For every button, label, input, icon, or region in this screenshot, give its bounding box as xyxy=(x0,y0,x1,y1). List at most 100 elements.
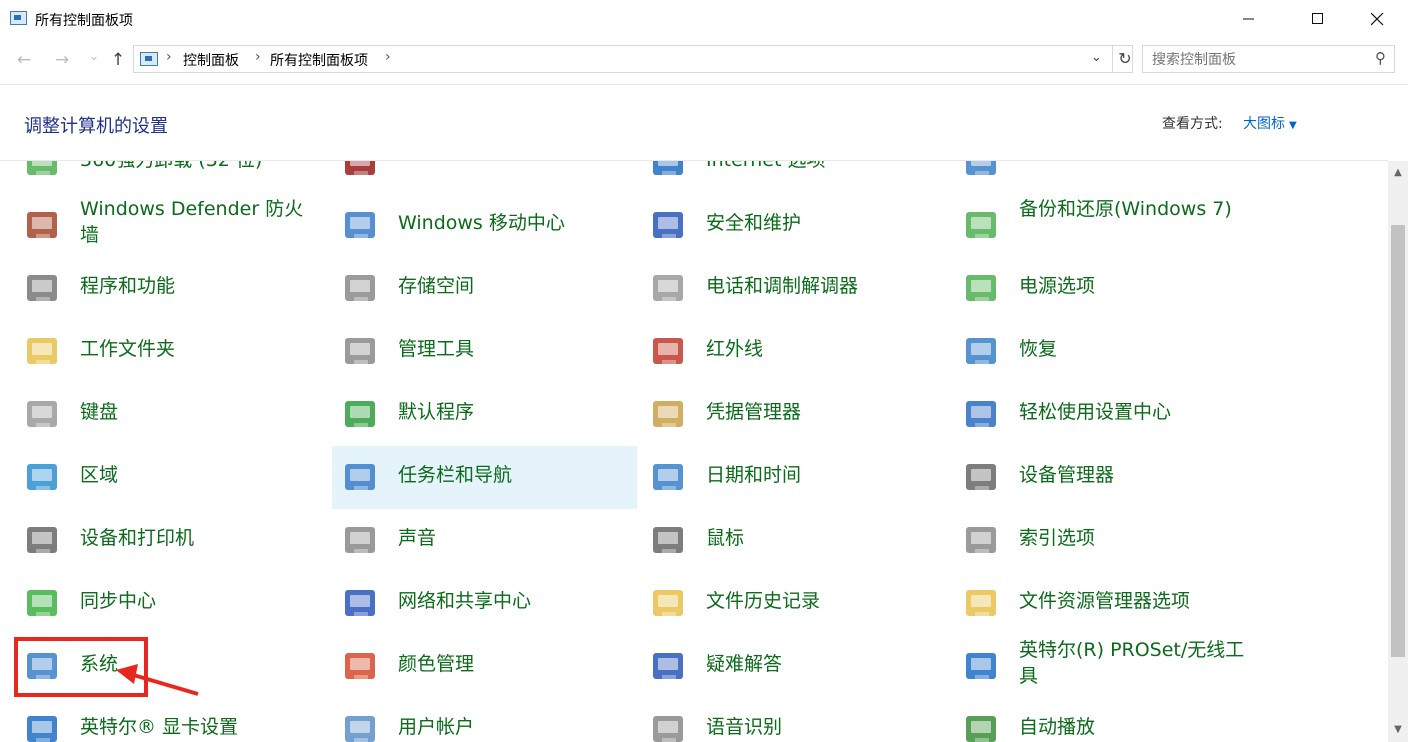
scroll-thumb[interactable] xyxy=(1391,225,1405,657)
search-box[interactable]: ⚲ xyxy=(1142,45,1395,74)
control-panel-item[interactable]: Flash Player (32 位) xyxy=(332,161,637,194)
control-panel-item[interactable]: 管理工具 xyxy=(332,320,637,383)
control-panel-item[interactable]: 索引选项 xyxy=(953,509,1258,572)
scroll-up-arrow-icon[interactable]: ▲ xyxy=(1388,163,1408,183)
control-panel-item[interactable]: 轻松使用设置中心 xyxy=(953,383,1258,446)
control-panel-item[interactable]: 安全和维护 xyxy=(640,194,945,257)
control-panel-item[interactable]: 声音 xyxy=(332,509,637,572)
sync-icon xyxy=(24,585,62,623)
control-panel-item-label: 管理工具 xyxy=(398,338,475,360)
control-panel-item[interactable]: 设备和打印机 xyxy=(14,509,319,572)
printer-icon xyxy=(24,522,62,560)
control-panel-item-label: 索引选项 xyxy=(1019,527,1096,549)
control-panel-item-label: 颜色管理 xyxy=(398,653,475,675)
control-panel-item[interactable]: Windows 移动中心 xyxy=(332,194,637,257)
breadcrumb-separator-icon: › xyxy=(166,49,172,65)
caret-down-icon: ▼ xyxy=(1289,120,1297,131)
control-panel-icon xyxy=(140,52,158,66)
network-icon xyxy=(342,585,380,623)
control-panel-item[interactable]: 恢复 xyxy=(953,320,1258,383)
control-panel-item[interactable]: 键盘 xyxy=(14,383,319,446)
address-dropdown-icon[interactable]: ⌄ xyxy=(1091,50,1102,65)
control-panel-item[interactable]: 网络和共享中心 xyxy=(332,572,637,635)
user-accounts-icon xyxy=(342,711,380,742)
up-button[interactable]: ↑ xyxy=(108,50,128,70)
search-icon[interactable]: ⚲ xyxy=(1375,49,1386,67)
vertical-scrollbar[interactable]: ▲ ▼ xyxy=(1388,161,1408,742)
view-by-value: 大图标 xyxy=(1243,116,1285,132)
infrared-icon xyxy=(650,333,688,371)
back-button[interactable]: ← xyxy=(14,50,34,70)
control-panel-item[interactable]: 用户帐户 xyxy=(332,698,637,742)
control-panel-item-label: 默认程序 xyxy=(398,401,475,423)
back-arrow-icon: ← xyxy=(16,50,32,70)
view-by-dropdown[interactable]: 大图标 ▼ xyxy=(1243,113,1297,133)
autoplay-icon xyxy=(963,711,1001,742)
control-panel-item[interactable]: 默认程序 xyxy=(332,383,637,446)
storage-icon xyxy=(342,270,380,308)
control-panel-item[interactable]: 设备管理器 xyxy=(953,446,1258,509)
flash-icon xyxy=(342,161,380,182)
control-panel-item[interactable]: 同步中心 xyxy=(14,572,319,635)
control-panel-item-label: 文件历史记录 xyxy=(706,590,821,612)
control-panel-item[interactable]: RemoteApp 和桌面连接 xyxy=(953,161,1258,194)
control-panel-item[interactable]: 电源选项 xyxy=(953,257,1258,320)
breadcrumb-all-items[interactable]: 所有控制面板项 xyxy=(270,50,368,70)
default-programs-icon xyxy=(342,396,380,434)
control-panel-item-label: 电源选项 xyxy=(1019,275,1096,297)
control-panel-item[interactable]: 电话和调制解调器 xyxy=(640,257,945,320)
control-panel-item[interactable]: 程序和功能 xyxy=(14,257,319,320)
control-panel-item-label: 网络和共享中心 xyxy=(398,590,532,612)
control-panel-item[interactable]: 区域 xyxy=(14,446,319,509)
control-panel-item-label: 同步中心 xyxy=(80,590,157,612)
control-panel-item[interactable]: 工作文件夹 xyxy=(14,320,319,383)
control-panel-item[interactable]: 自动播放 xyxy=(953,698,1258,742)
control-panel-item[interactable]: 存储空间 xyxy=(332,257,637,320)
control-panel-item[interactable]: 鼠标 xyxy=(640,509,945,572)
troubleshoot-icon xyxy=(650,648,688,686)
control-panel-item[interactable]: 红外线 xyxy=(640,320,945,383)
color-management-icon xyxy=(342,648,380,686)
search-input[interactable] xyxy=(1143,46,1364,74)
control-panel-item-label: 英特尔(R) PROSet/无线工具 xyxy=(1019,639,1245,687)
control-panel-item[interactable]: 英特尔(R) PROSet/无线工具 xyxy=(953,635,1258,698)
address-bar[interactable]: › 控制面板 › 所有控制面板项 › ⌄ ↻ xyxy=(133,45,1133,73)
control-panel-item-label: 安全和维护 xyxy=(706,212,802,234)
control-panel-item[interactable]: 英特尔® 显卡设置 xyxy=(14,698,319,742)
internet-options-icon xyxy=(650,161,688,182)
control-panel-item-label: Windows Defender 防火墙 xyxy=(80,198,304,246)
control-panel-item-label: 用户帐户 xyxy=(398,716,475,738)
control-panel-item[interactable]: 360强力卸载 (32 位) xyxy=(14,161,319,194)
forward-button[interactable]: → xyxy=(52,50,72,70)
control-panel-item[interactable]: 备份和还原(Windows 7) xyxy=(953,194,1258,257)
control-panel-item-label: 电话和调制解调器 xyxy=(706,275,859,297)
annotation-arrow xyxy=(116,664,199,696)
control-panel-icon xyxy=(10,11,27,25)
control-panel-item-label: 键盘 xyxy=(80,401,119,423)
control-panel-item[interactable]: 任务栏和导航 xyxy=(332,446,637,509)
minimize-icon xyxy=(1243,18,1254,20)
close-button[interactable] xyxy=(1354,0,1400,38)
control-panel-item[interactable]: 疑难解答 xyxy=(640,635,945,698)
control-panel-item[interactable]: Internet 选项 xyxy=(640,161,945,194)
refresh-icon[interactable]: ↻ xyxy=(1112,45,1137,73)
scroll-down-arrow-icon[interactable]: ▼ xyxy=(1388,720,1408,740)
control-panel-item[interactable]: 文件资源管理器选项 xyxy=(953,572,1258,635)
control-panel-item[interactable]: 颜色管理 xyxy=(332,635,637,698)
minimize-button[interactable] xyxy=(1226,0,1272,38)
control-panel-item-label: 文件资源管理器选项 xyxy=(1019,590,1191,612)
control-panel-item[interactable]: 日期和时间 xyxy=(640,446,945,509)
intel-graphics-icon xyxy=(24,711,62,742)
control-panel-item[interactable]: 语音识别 xyxy=(640,698,945,742)
control-panel-item[interactable]: 凭据管理器 xyxy=(640,383,945,446)
maximize-button[interactable] xyxy=(1295,0,1341,38)
control-panel-item[interactable]: 文件历史记录 xyxy=(640,572,945,635)
device-manager-icon xyxy=(963,459,1001,497)
power-options-icon xyxy=(963,270,1001,308)
firewall-icon xyxy=(24,207,62,245)
breadcrumb-control-panel[interactable]: 控制面板 xyxy=(183,50,239,70)
control-panel-item[interactable]: Windows Defender 防火墙 xyxy=(14,194,319,257)
control-panel-item-label: 自动播放 xyxy=(1019,716,1096,738)
file-history-icon xyxy=(650,585,688,623)
recent-locations-button[interactable]: ⌄ xyxy=(84,46,104,66)
